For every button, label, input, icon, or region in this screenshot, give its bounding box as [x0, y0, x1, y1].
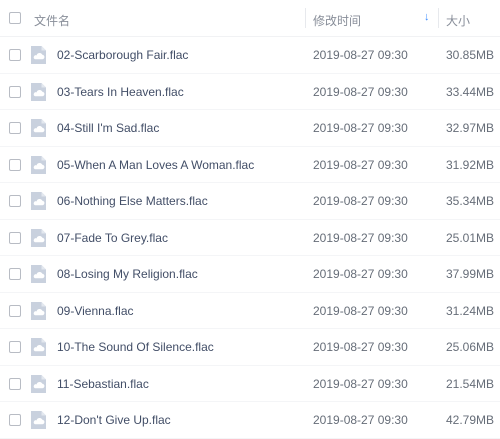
file-name[interactable]: 12-Don't Give Up.flac [57, 413, 171, 427]
file-size: 25.01MB [446, 230, 495, 245]
row-checkbox[interactable] [9, 85, 21, 98]
file-name[interactable]: 11-Sebastian.flac [57, 377, 149, 391]
file-modified-time: 2019-08-27 09:30 [313, 48, 408, 62]
file-size: 30.85MB [446, 48, 495, 62]
file-size: 31.92MB [446, 157, 495, 172]
file-size: 42.79MB [446, 413, 495, 427]
file-rows: 02-Scarborough Fair.flac 2019-08-27 09:30… [0, 37, 500, 439]
row-checkbox[interactable] [9, 231, 21, 244]
file-modified-time: 2019-08-27 09:30 [313, 303, 408, 318]
column-header-size[interactable]: 大小 [446, 12, 470, 29]
file-cloud-icon [31, 46, 46, 64]
file-row[interactable]: 03-Tears In Heaven.flac 2019-08-27 09:30 3… [0, 74, 500, 110]
file-name[interactable]: 07-Fade To Grey.flac [57, 231, 168, 245]
row-checkbox[interactable] [9, 268, 21, 280]
column-header-modified[interactable]: 修改时间 [313, 12, 361, 29]
file-size: 32.97MB [446, 121, 495, 135]
row-checkbox[interactable] [9, 158, 21, 171]
file-cloud-icon [31, 82, 46, 101]
file-size: 31.24MB [446, 303, 495, 318]
file-name[interactable]: 08-Losing My Religion.flac [57, 267, 198, 281]
file-cloud-icon [31, 265, 46, 283]
file-name[interactable]: 10-The Sound Of Silence.flac [57, 340, 214, 354]
file-size: 37.99MB [446, 267, 495, 281]
column-header-name[interactable]: 文件名 [34, 12, 70, 29]
list-header: 文件名 修改时间 ↓ 大小 [0, 0, 500, 37]
file-row[interactable]: 08-Losing My Religion.flac 2019-08-27 09:… [0, 256, 500, 293]
file-name[interactable]: 06-Nothing Else Matters.flac [57, 194, 208, 208]
file-cloud-icon [31, 301, 46, 320]
file-cloud-icon [31, 338, 46, 356]
file-modified-time: 2019-08-27 09:30 [313, 376, 408, 391]
file-row[interactable]: 06-Nothing Else Matters.flac 2019-08-27 0… [0, 183, 500, 220]
file-size: 35.34MB [446, 194, 495, 208]
file-row[interactable]: 07-Fade To Grey.flac 2019-08-27 09:30 25.0… [0, 220, 500, 256]
file-modified-time: 2019-08-27 09:30 [313, 267, 408, 281]
file-name[interactable]: 02-Scarborough Fair.flac [57, 48, 188, 62]
row-checkbox[interactable] [9, 49, 21, 61]
file-name[interactable]: 05-When A Man Loves A Woman.flac [57, 158, 254, 172]
file-cloud-icon [31, 119, 46, 137]
file-modified-time: 2019-08-27 09:30 [313, 413, 408, 427]
file-row[interactable]: 10-The Sound Of Silence.flac 2019-08-27 0… [0, 329, 500, 366]
file-size: 33.44MB [446, 84, 495, 99]
file-cloud-icon [31, 228, 46, 247]
file-name[interactable]: 04-Still I'm Sad.flac [57, 121, 159, 135]
file-row[interactable]: 02-Scarborough Fair.flac 2019-08-27 09:30… [0, 37, 500, 74]
column-divider[interactable] [438, 8, 439, 28]
row-checkbox[interactable] [9, 414, 21, 426]
file-modified-time: 2019-08-27 09:30 [313, 230, 408, 245]
file-list: 文件名 修改时间 ↓ 大小 02-Scarborough Fair.flac 20… [0, 0, 500, 439]
row-checkbox[interactable] [9, 304, 21, 317]
file-name[interactable]: 03-Tears In Heaven.flac [57, 85, 184, 99]
file-name[interactable]: 09-Vienna.flac [57, 304, 134, 318]
file-modified-time: 2019-08-27 09:30 [313, 84, 408, 99]
row-checkbox[interactable] [9, 377, 21, 390]
file-row[interactable]: 12-Don't Give Up.flac 2019-08-27 09:30 42.… [0, 402, 500, 439]
select-all-checkbox[interactable] [9, 12, 21, 24]
file-row[interactable]: 09-Vienna.flac 2019-08-27 09:30 31.24MB [0, 293, 500, 329]
file-cloud-icon [31, 374, 46, 393]
row-checkbox[interactable] [9, 195, 21, 207]
file-cloud-icon [31, 192, 46, 210]
row-checkbox[interactable] [9, 341, 21, 353]
file-modified-time: 2019-08-27 09:30 [313, 121, 408, 135]
file-size: 21.54MB [446, 376, 495, 391]
column-divider[interactable] [305, 8, 306, 28]
file-modified-time: 2019-08-27 09:30 [313, 194, 408, 208]
file-cloud-icon [31, 411, 46, 429]
file-size: 25.06MB [446, 340, 495, 354]
file-modified-time: 2019-08-27 09:30 [313, 340, 408, 354]
file-modified-time: 2019-08-27 09:30 [313, 157, 408, 172]
row-checkbox[interactable] [9, 122, 21, 134]
file-cloud-icon [31, 155, 46, 174]
file-row[interactable]: 05-When A Man Loves A Woman.flac 2019-08-… [0, 147, 500, 183]
file-row[interactable]: 04-Still I'm Sad.flac 2019-08-27 09:30 32.… [0, 110, 500, 147]
file-row[interactable]: 11-Sebastian.flac 2019-08-27 09:30 21.54MB [0, 366, 500, 402]
arrow-down-icon[interactable]: ↓ [424, 11, 430, 23]
